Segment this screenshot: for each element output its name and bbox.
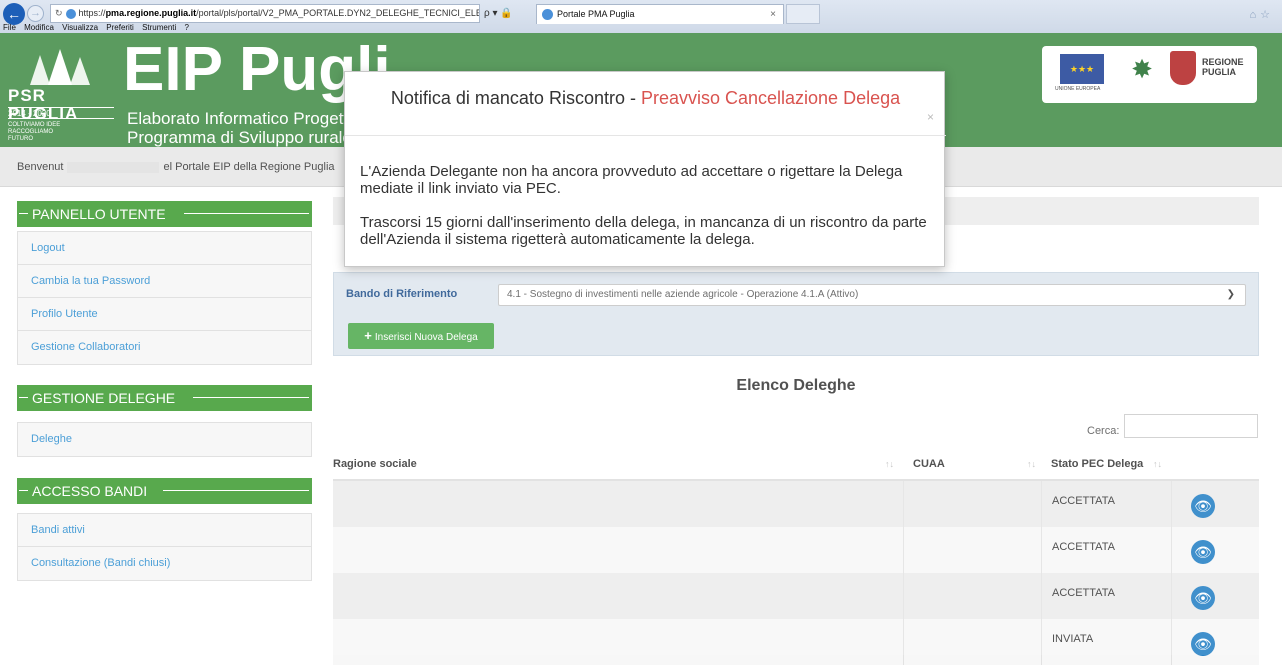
modal-paragraph: L'Azienda Delegante non ha ancora provve… [360,163,903,197]
browser-tab[interactable]: Portale PMA Puglia × [536,4,784,24]
modal-title: Notifica di mancato Riscontro - Preavvis… [390,88,901,108]
tab-title: Portale PMA Puglia [557,9,635,19]
menu-visualizza[interactable]: Visualizza [62,23,98,32]
address-bar[interactable]: ↻ https://pma.regione.puglia.it/portal/pl… [50,4,480,23]
notification-modal: Notifica di mancato Riscontro - Preavvis… [344,71,946,267]
menu-preferiti[interactable]: Preferiti [106,23,134,32]
home-star-icons[interactable]: ⌂☆ [1249,8,1274,21]
browser-chrome: ← → ↻ https://pma.regione.puglia.it/porta… [0,0,1282,33]
url-path: /portal/pls/portal/V2_PMA_PORTALE.DYN2_D… [196,8,479,18]
close-icon[interactable]: × [927,110,934,124]
menu-bar: File Modifica Visualizza Preferiti Strum… [0,22,1282,33]
url-domain: pma.regione.puglia.it [105,8,197,18]
search-lock-icons[interactable]: ρ ▾ 🔒 [484,4,534,23]
reload-icon[interactable]: ↻ [55,8,63,18]
modal-body: L'Azienda Delegante non ha ancora provve… [360,163,940,265]
menu-help[interactable]: ? [185,23,189,32]
menu-strumenti[interactable]: Strumenti [142,23,176,32]
modal-title-alert: Preavviso Cancellazione Delega [640,88,901,108]
browser-logo-icon [65,8,76,19]
modal-header: Notifica di mancato Riscontro - Preavvis… [345,72,946,136]
menu-modifica[interactable]: Modifica [24,23,54,32]
new-tab-button[interactable] [786,4,820,24]
url-scheme: https:// [78,8,106,18]
tab-favicon-icon [542,9,553,20]
menu-file[interactable]: File [3,23,16,32]
forward-arrow-icon[interactable]: → [27,5,44,22]
modal-paragraph: Trascorsi 15 giorni dall'inserimento del… [360,214,927,248]
